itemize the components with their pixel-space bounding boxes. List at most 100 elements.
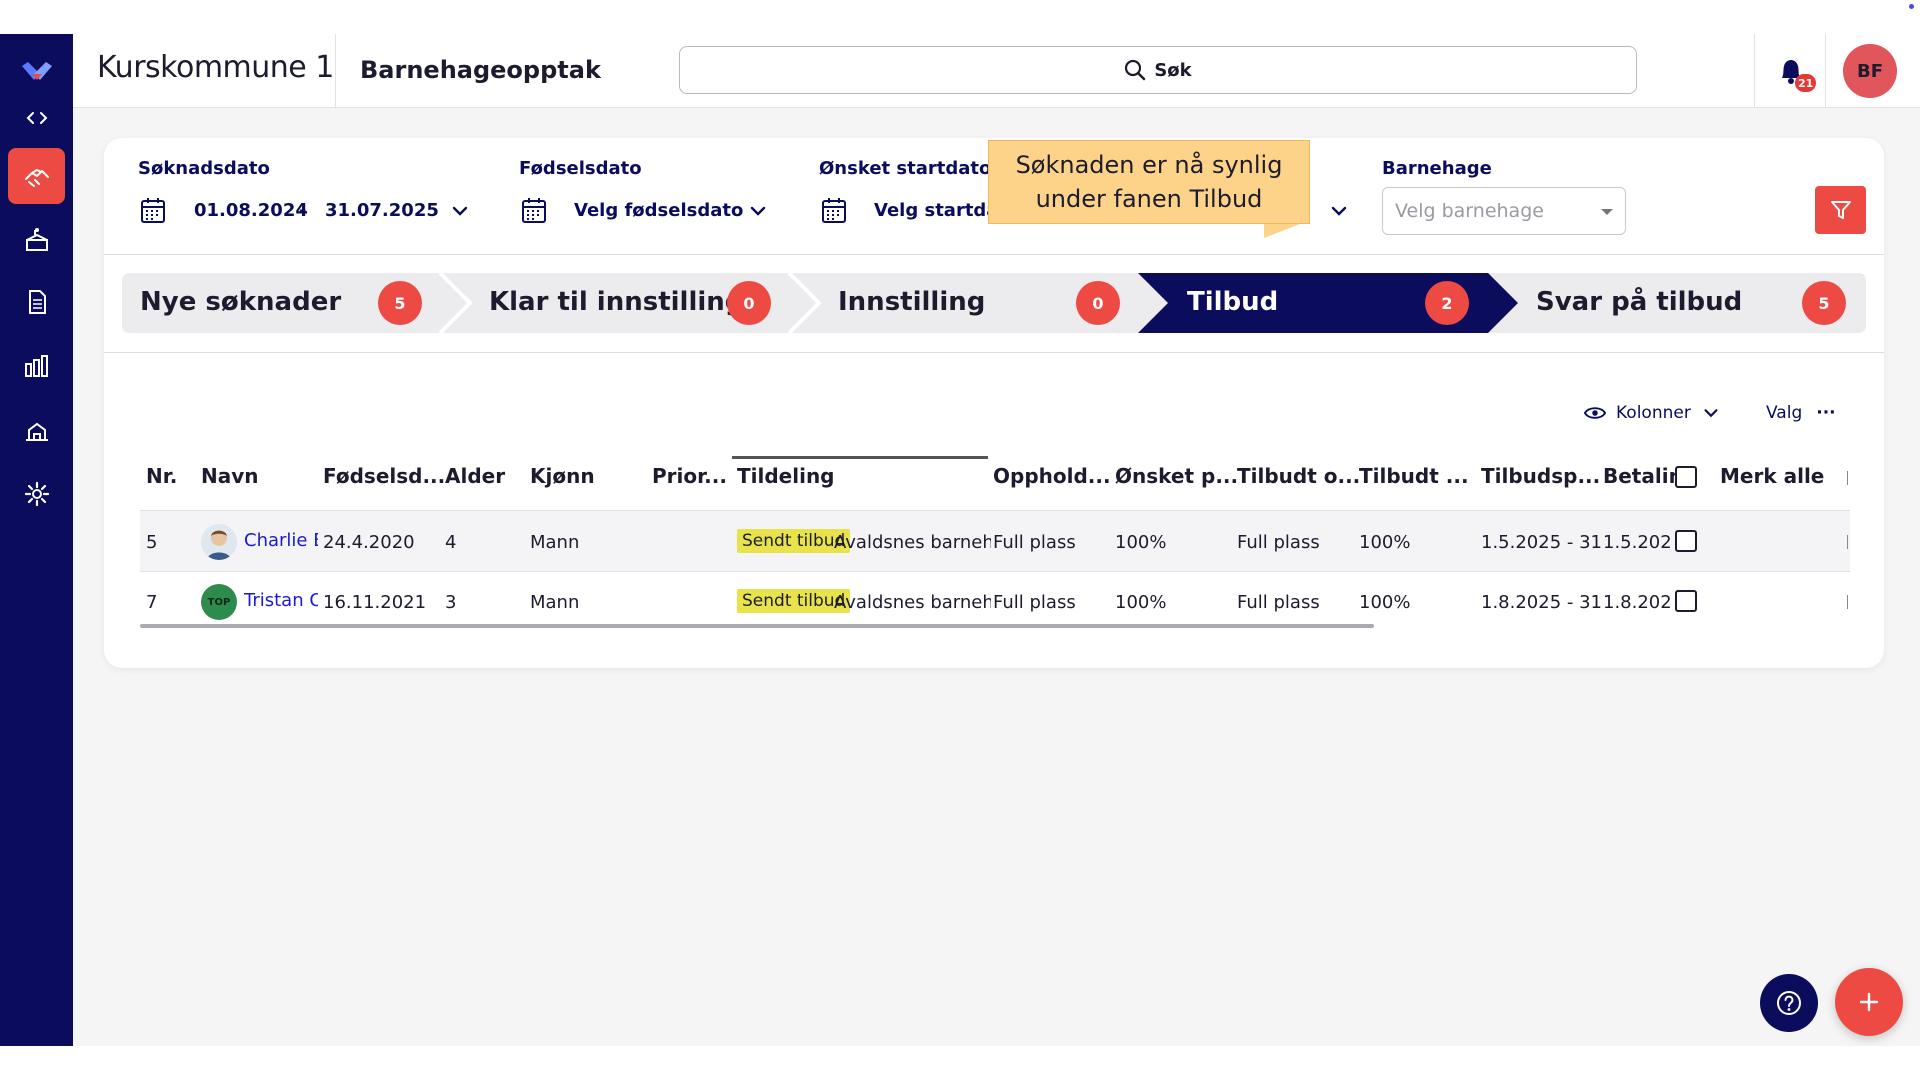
filter-icon: [1830, 201, 1851, 219]
column-header-birth[interactable]: Fødselsd...: [323, 464, 445, 488]
column-header-name[interactable]: Navn: [201, 464, 259, 488]
caret-down-icon: [1601, 209, 1613, 215]
options-button[interactable]: Valg ···: [1766, 400, 1836, 426]
cell-age: 4: [445, 532, 457, 553]
sidebar: [0, 34, 73, 1046]
application-date-to[interactable]: 31.07.2025: [325, 200, 439, 221]
user-avatar[interactable]: BF: [1843, 44, 1897, 98]
header-divider: [1754, 34, 1755, 108]
question-icon: [1777, 991, 1801, 1015]
cell-offered-stay: Full plass: [1237, 532, 1320, 553]
row-checkbox[interactable]: [1675, 530, 1697, 552]
column-header-mark-all[interactable]: Merk alle: [1720, 464, 1824, 488]
step-count-badge: 0: [1076, 281, 1120, 325]
application-date-separator: -: [299, 200, 307, 221]
applications-card: Søknadsdato 01.08.2024 - 31.07.2025 Føds…: [104, 138, 1884, 668]
column-header-priority[interactable]: Prior...: [652, 464, 727, 488]
cell-offer-period: 1.5.2025 - 31.7.2025: [1481, 532, 1601, 553]
select-all-checkbox[interactable]: [1675, 466, 1697, 488]
column-edge: [1847, 595, 1848, 609]
cell-wanted: 100%: [1115, 532, 1167, 553]
kindergarten-select[interactable]: Velg barnehage: [1382, 187, 1626, 235]
status-steps: Nye søknader 5 Klar til innstilling 0 In…: [122, 273, 1866, 333]
row-checkbox[interactable]: [1675, 590, 1697, 612]
kindergarten-label: Barnehage: [1382, 158, 1492, 179]
search-icon: [1125, 59, 1146, 81]
filter-button[interactable]: [1815, 186, 1866, 234]
bar-chart-icon: [24, 355, 48, 377]
more-dots-icon: ···: [1816, 403, 1836, 423]
chevron-down-icon: [1704, 409, 1718, 418]
application-date-from[interactable]: 01.08.2024: [194, 200, 308, 221]
chevron-down-icon[interactable]: [1328, 200, 1350, 222]
calendar-icon[interactable]: [521, 196, 547, 224]
column-header-resize-bar[interactable]: [732, 456, 988, 459]
cell-kindergarten: Avaldsnes barnehage: [834, 532, 991, 553]
cell-wanted: 100%: [1115, 592, 1167, 613]
column-header-wanted[interactable]: Ønsket p...: [1115, 464, 1238, 488]
add-button[interactable]: [1835, 968, 1903, 1036]
cell-nr: 7: [146, 592, 158, 613]
step-recommendation[interactable]: Innstilling: [838, 287, 985, 317]
handshake-icon: [24, 169, 49, 187]
step-offer-response[interactable]: Svar på tilbud: [1536, 287, 1742, 317]
column-header-allocation[interactable]: Tildeling: [737, 464, 835, 488]
cell-stay: Full plass: [993, 532, 1076, 553]
sidebar-item-admissions[interactable]: [8, 148, 65, 204]
notification-badge: 21: [1795, 74, 1817, 92]
search-input[interactable]: Søk: [679, 46, 1637, 94]
sidebar-item-statistics[interactable]: [8, 338, 65, 394]
info-tooltip: Søknaden er nå synlig under fanen Tilbud: [988, 140, 1310, 224]
chevron-down-icon[interactable]: [747, 200, 769, 222]
app-logo-icon[interactable]: [20, 60, 54, 86]
code-brackets-icon: [26, 112, 47, 124]
sidebar-item-kindergarten[interactable]: [8, 212, 65, 268]
child-name-link[interactable]: Tristan Os: [244, 590, 318, 611]
child-name-link[interactable]: Charlie B.(: [244, 530, 318, 551]
tooltip-tail: [1264, 224, 1300, 238]
tooltip-line: under fanen Tilbud: [1035, 185, 1263, 213]
start-date-label: Ønsket startdato: [819, 158, 992, 179]
eye-icon: [1584, 407, 1606, 419]
step-new-applications[interactable]: Nye søknader: [140, 287, 341, 317]
column-header-gender[interactable]: Kjønn: [530, 464, 595, 488]
indicator-dot: [1909, 4, 1914, 9]
sidebar-item-code[interactable]: [8, 90, 65, 146]
module-title: Barnehageopptak: [360, 56, 601, 84]
column-edge: [1847, 471, 1848, 485]
columns-button[interactable]: Kolonner: [1584, 400, 1721, 426]
calendar-icon[interactable]: [821, 196, 847, 224]
column-header-stay[interactable]: Opphold...: [993, 464, 1111, 488]
column-header-age[interactable]: Alder: [445, 464, 505, 488]
help-button[interactable]: [1760, 974, 1818, 1032]
calendar-icon[interactable]: [140, 196, 166, 224]
cell-age: 3: [445, 592, 457, 613]
tooltip-line: Søknaden er nå synlig: [1015, 151, 1283, 179]
column-header-offer-period[interactable]: Tilbudsp...: [1481, 464, 1600, 488]
birth-date-value[interactable]: Velg fødselsdato: [574, 200, 743, 221]
step-ready-for-recommendation[interactable]: Klar til innstilling: [489, 287, 743, 317]
column-header-payment[interactable]: Betalin: [1603, 464, 1683, 488]
step-offer[interactable]: Tilbud: [1187, 287, 1278, 317]
column-header-offered-stay[interactable]: Tilbudt o...: [1237, 464, 1360, 488]
plus-icon: [1859, 992, 1879, 1012]
step-count-badge: 5: [1802, 281, 1846, 325]
search-label: Søk: [1154, 59, 1192, 81]
horizontal-scrollbar[interactable]: [140, 624, 1374, 628]
building-icon: [25, 422, 48, 441]
column-header-nr[interactable]: Nr.: [146, 464, 177, 488]
options-label: Valg: [1766, 403, 1803, 423]
sidebar-item-settings[interactable]: [8, 466, 65, 522]
cell-birth-date: 24.4.2020: [323, 532, 415, 553]
divider: [104, 254, 1884, 255]
columns-label: Kolonner: [1616, 403, 1691, 423]
divider: [140, 571, 1850, 572]
column-edge: [1847, 535, 1848, 549]
chevron-down-icon[interactable]: [449, 200, 471, 222]
application-date-label: Søknadsdato: [138, 158, 270, 179]
column-header-offered-pct[interactable]: Tilbudt ...: [1359, 464, 1469, 488]
top-strip: [0, 0, 1920, 34]
cell-birth-date: 16.11.2021: [323, 592, 427, 613]
sidebar-item-buildings[interactable]: [8, 402, 65, 458]
sidebar-item-documents[interactable]: [8, 274, 65, 330]
